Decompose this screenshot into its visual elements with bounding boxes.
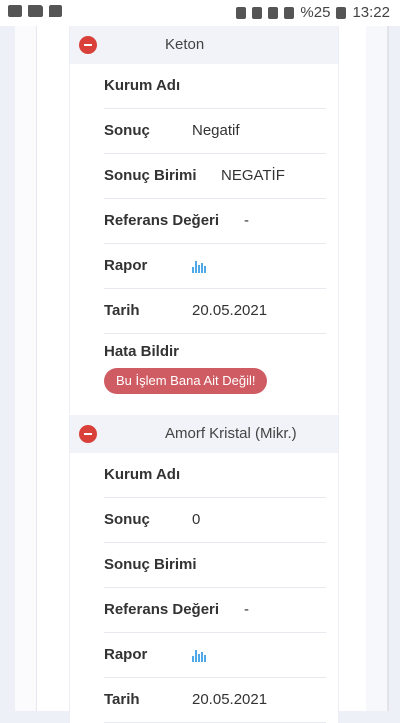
- unit-row: Sonuç Birimi NEGATİF: [104, 154, 326, 199]
- institution-row: Kurum Adı: [104, 64, 326, 109]
- date-value: 20.05.2021: [192, 691, 268, 708]
- result-value: 0: [192, 511, 201, 528]
- unit-value: NEGATİF: [221, 167, 285, 184]
- error-report-label: Hata Bildir: [104, 343, 180, 360]
- minus-circle-icon[interactable]: [79, 425, 97, 443]
- reference-row: Referans Değeri -: [104, 199, 326, 244]
- report-label: Rapor: [104, 257, 148, 274]
- signal-icon: [284, 6, 295, 19]
- card-header[interactable]: Keton: [70, 26, 338, 64]
- left-margin: [15, 26, 36, 711]
- reference-value: -: [244, 601, 249, 618]
- result-value: Negatif: [192, 122, 240, 139]
- battery-percent: %25: [300, 4, 331, 21]
- result-row: Sonuç Negatif: [104, 109, 326, 154]
- unit-row: Sonuç Birimi: [104, 543, 326, 588]
- date-row: Tarih 20.05.2021: [104, 678, 326, 723]
- date-label: Tarih: [104, 302, 140, 319]
- date-value: 20.05.2021: [192, 302, 268, 319]
- wifi-icon: [268, 6, 279, 19]
- mute-icon: [252, 6, 263, 19]
- date-label: Tarih: [104, 691, 140, 708]
- folder-notification-icon: [28, 5, 43, 17]
- result-label: Sonuç: [104, 122, 150, 139]
- minus-circle-icon[interactable]: [79, 36, 97, 54]
- reference-value: -: [244, 212, 249, 229]
- image-notification-icon: [8, 5, 22, 17]
- reference-label: Referans Değeri: [104, 212, 220, 229]
- unit-label: Sonuç Birimi: [104, 556, 197, 573]
- card-header[interactable]: Amorf Kristal (Mikr.): [70, 415, 338, 453]
- status-bar: %25 13:22: [0, 0, 400, 26]
- result-row: Sonuç 0: [104, 498, 326, 543]
- not-my-record-button[interactable]: Bu İşlem Bana Ait Değil!: [104, 368, 268, 394]
- error-report-block: Hata Bildir Bu İşlem Bana Ait Değil!: [104, 334, 326, 414]
- result-card-keton: Keton Kurum Adı Sonuç Negatif Sonuç Biri…: [69, 26, 339, 414]
- bar-chart-icon[interactable]: [192, 261, 208, 273]
- result-card-amorf-kristal: Amorf Kristal (Mikr.) Kurum Adı Sonuç 0 …: [69, 415, 339, 723]
- sim-icon: [236, 6, 247, 19]
- report-row: Rapor: [104, 244, 326, 289]
- date-row: Tarih 20.05.2021: [104, 289, 326, 334]
- card-title: Keton: [165, 36, 205, 53]
- battery-icon: [336, 6, 347, 19]
- institution-row: Kurum Adı: [104, 453, 326, 498]
- right-margin: [366, 26, 388, 711]
- reference-label: Referans Değeri: [104, 601, 220, 618]
- report-row: Rapor: [104, 633, 326, 678]
- report-label: Rapor: [104, 646, 148, 663]
- unit-label: Sonuç Birimi: [104, 167, 197, 184]
- message-notification-icon: [49, 5, 62, 17]
- institution-label: Kurum Adı: [104, 77, 181, 94]
- card-title: Amorf Kristal (Mikr.): [165, 425, 297, 442]
- result-label: Sonuç: [104, 511, 150, 528]
- reference-row: Referans Değeri -: [104, 588, 326, 633]
- institution-label: Kurum Adı: [104, 466, 181, 483]
- bar-chart-icon[interactable]: [192, 650, 208, 662]
- clock: 13:22: [352, 4, 390, 21]
